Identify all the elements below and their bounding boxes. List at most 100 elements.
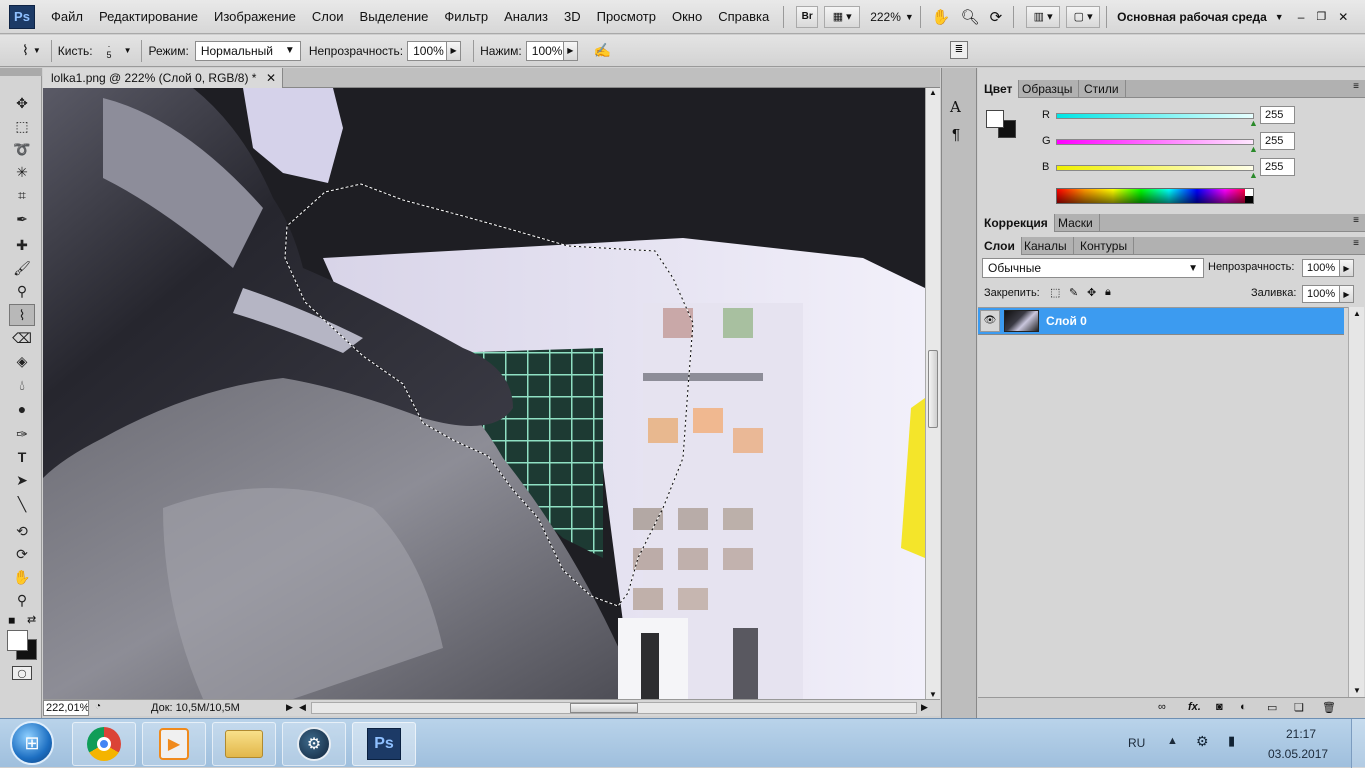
brush-tool-icon[interactable]: 🖌︎: [9, 257, 35, 279]
lock-all-icon[interactable]: 🔒︎: [1105, 286, 1111, 299]
close-icon[interactable]: ✕: [1338, 10, 1348, 24]
toolbar-collapse-icon[interactable]: [0, 68, 42, 76]
rotate-view-icon[interactable]: ⟳: [990, 8, 1003, 26]
brush-dropdown-icon[interactable]: ▼: [124, 46, 132, 55]
mode-select[interactable]: Нормальный ▼: [194, 40, 301, 61]
steam-tray-icon[interactable]: ⚙: [1196, 733, 1209, 750]
document-canvas[interactable]: [43, 88, 925, 699]
pressure-stepper[interactable]: ▶: [563, 40, 578, 61]
menu-help[interactable]: Справка: [710, 0, 777, 34]
link-layers-icon[interactable]: ∞: [1158, 701, 1166, 713]
menu-analysis[interactable]: Анализ: [496, 0, 556, 34]
blend-mode-select[interactable]: Обычные ▼: [982, 258, 1204, 278]
eraser-tool-icon[interactable]: ⌫: [9, 327, 35, 349]
hscroll-right-icon[interactable]: ▶: [921, 702, 928, 713]
spectrum-black-chip[interactable]: [1245, 196, 1253, 203]
r-value-input[interactable]: 255: [1260, 106, 1295, 124]
tab-swatches[interactable]: Образцы: [1016, 80, 1080, 98]
tab-masks[interactable]: Маски: [1052, 214, 1100, 232]
menu-file[interactable]: Файл: [43, 0, 91, 34]
lock-position-icon[interactable]: ✥: [1087, 286, 1096, 299]
default-colors-icon[interactable]: ◼: [8, 615, 15, 626]
dodge-tool-icon[interactable]: ●: [9, 398, 35, 420]
tab-layers[interactable]: Слои: [978, 237, 1022, 255]
zoom-status-field[interactable]: 222,01%: [43, 700, 89, 716]
paint-bucket-tool-icon[interactable]: ◈: [9, 350, 35, 372]
fill-input[interactable]: 100%: [1302, 285, 1340, 303]
workspace-dropdown-icon[interactable]: ▼: [1275, 12, 1284, 22]
layer-row[interactable]: 👁︎ Слой 0: [978, 308, 1344, 335]
move-tool-icon[interactable]: ✥: [9, 92, 35, 114]
menu-select[interactable]: Выделение: [352, 0, 437, 34]
taskbar-chrome[interactable]: [72, 722, 136, 766]
pressure-input[interactable]: 100%: [525, 40, 564, 61]
color-spectrum-bar[interactable]: [1056, 188, 1254, 204]
quick-mask-icon[interactable]: ◯: [12, 666, 32, 680]
status-menu-icon[interactable]: ▶: [286, 702, 293, 713]
close-tab-icon[interactable]: ✕: [266, 68, 276, 88]
menu-image[interactable]: Изображение: [206, 0, 304, 34]
menu-edit[interactable]: Редактирование: [91, 0, 206, 34]
tool-preset-dropdown-icon[interactable]: ▼: [33, 46, 41, 55]
status-options-icon[interactable]: ◔: [95, 701, 101, 712]
panel-menu-icon[interactable]: ≡: [1353, 81, 1359, 92]
network-icon[interactable]: ▮: [1228, 733, 1235, 749]
layers-scrollbar[interactable]: ▲ ▼: [1348, 307, 1364, 697]
horizontal-scrollbar[interactable]: [311, 702, 917, 714]
marquee-tool-icon[interactable]: ⬚: [9, 115, 35, 137]
new-layer-icon[interactable]: ❏: [1294, 701, 1304, 714]
arrange-documents-button[interactable]: ▥ ▾: [1026, 5, 1061, 28]
hscroll-left-icon[interactable]: ◀: [299, 702, 306, 713]
hscroll-thumb[interactable]: [570, 703, 638, 713]
tab-color[interactable]: Цвет: [978, 80, 1020, 98]
zoom-level-select[interactable]: 222%: [870, 10, 901, 24]
foreground-color-swatch[interactable]: [7, 630, 28, 651]
g-value-input[interactable]: 255: [1260, 132, 1295, 150]
paragraph-panel-icon[interactable]: ¶: [952, 126, 960, 143]
opacity-stepper[interactable]: ▶: [447, 40, 462, 61]
clone-stamp-tool-icon[interactable]: ⚲: [9, 280, 35, 302]
type-tool-icon[interactable]: T: [9, 446, 35, 468]
r-slider-handle-icon[interactable]: ▲: [1249, 118, 1258, 128]
clock-time[interactable]: 21:17: [1286, 727, 1316, 741]
tab-paths[interactable]: Контуры: [1074, 237, 1135, 255]
add-mask-icon[interactable]: ◙: [1216, 701, 1223, 713]
layer-opacity-input[interactable]: 100%: [1302, 259, 1340, 277]
lock-transparency-icon[interactable]: ⬚: [1050, 286, 1060, 299]
r-slider[interactable]: [1056, 113, 1254, 119]
menu-window[interactable]: Окно: [664, 0, 710, 34]
workspace-label[interactable]: Основная рабочая среда: [1117, 10, 1267, 24]
panel-menu-icon[interactable]: ≡: [1353, 215, 1359, 226]
restore-icon[interactable]: ❐: [1316, 10, 1326, 23]
pen-tool-icon[interactable]: ✑: [9, 423, 35, 445]
swap-colors-icon[interactable]: ⇄: [27, 613, 36, 626]
show-desktop-button[interactable]: [1351, 719, 1365, 768]
menu-filter[interactable]: Фильтр: [436, 0, 496, 34]
new-group-icon[interactable]: ▭: [1267, 701, 1277, 714]
document-tab[interactable]: lolka1.png @ 222% (Слой 0, RGB/8) * ✕: [43, 68, 283, 88]
vertical-scrollbar[interactable]: ▲ ▼: [925, 88, 940, 699]
character-panel-icon[interactable]: A: [950, 98, 961, 116]
line-tool-icon[interactable]: ╲: [9, 493, 35, 515]
minimize-icon[interactable]: –: [1298, 10, 1305, 24]
tab-styles[interactable]: Стили: [1078, 80, 1126, 98]
b-value-input[interactable]: 255: [1260, 158, 1295, 176]
delete-layer-icon[interactable]: 🗑︎: [1322, 701, 1336, 714]
lasso-tool-icon[interactable]: ➰: [9, 138, 35, 160]
adjustment-layer-icon[interactable]: ◐: [1240, 701, 1247, 713]
tablet-pressure-icon[interactable]: ✍: [594, 42, 611, 59]
language-indicator[interactable]: RU: [1128, 736, 1145, 750]
fill-stepper[interactable]: ▶: [1340, 285, 1354, 303]
zoom-tool-icon[interactable]: ⚲: [9, 589, 35, 611]
current-tool-icon[interactable]: ⌇: [22, 42, 29, 59]
layer-name[interactable]: Слой 0: [1046, 314, 1087, 328]
show-hidden-icons-icon[interactable]: ▲: [1167, 735, 1178, 747]
hand-tool-icon[interactable]: ✋: [932, 8, 951, 26]
b-slider[interactable]: [1056, 165, 1254, 171]
zoom-tool-icon[interactable]: 🔍︎: [961, 8, 980, 26]
scroll-up-icon[interactable]: ▲: [929, 88, 937, 97]
magic-wand-tool-icon[interactable]: ✳: [9, 161, 35, 183]
path-selection-tool-icon[interactable]: ➤: [9, 469, 35, 491]
start-button[interactable]: ⊞: [10, 721, 54, 765]
menu-view[interactable]: Просмотр: [589, 0, 664, 34]
